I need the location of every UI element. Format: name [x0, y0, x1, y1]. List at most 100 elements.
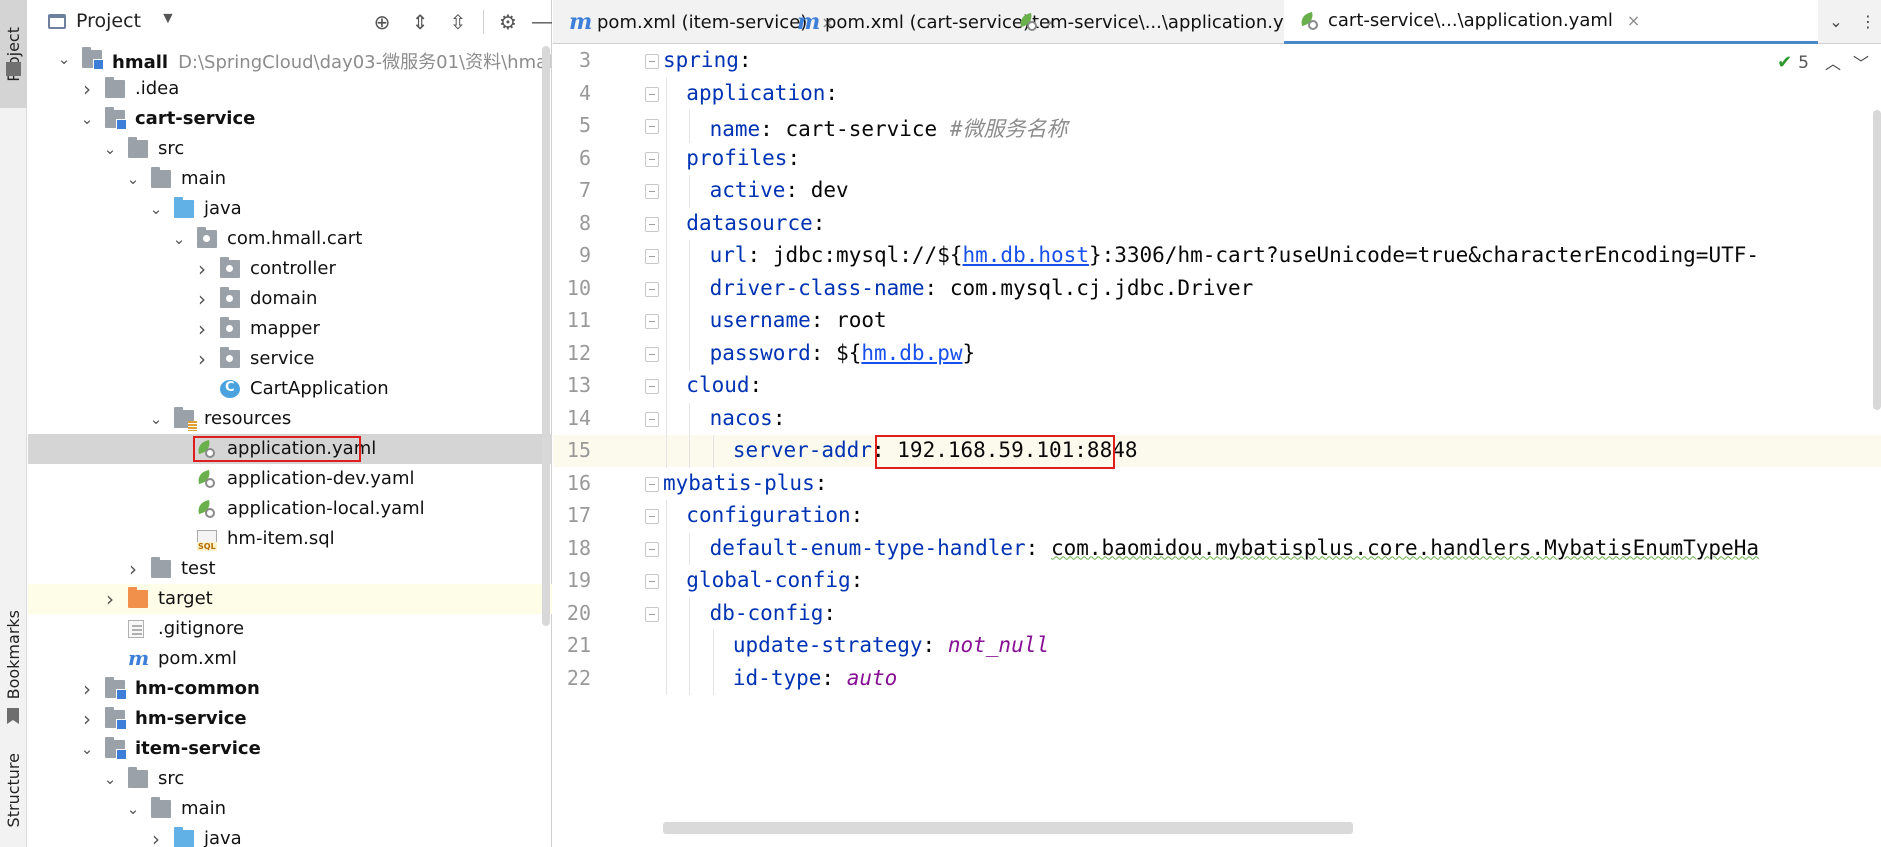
tree-row[interactable]: ⌄ cart-service: [28, 104, 552, 134]
project-tool-tab[interactable]: Project: [0, 0, 27, 108]
tree-row[interactable]: › service: [28, 344, 552, 374]
tree-row[interactable]: › .idea: [28, 74, 552, 104]
chevron-down-icon[interactable]: ⌄: [125, 799, 141, 819]
tree-row[interactable]: › hm-common: [28, 674, 552, 704]
tree-row[interactable]: application-dev.yaml: [28, 464, 552, 494]
tree-row[interactable]: › target: [28, 584, 552, 614]
code-line: 20 db-config:: [553, 597, 1881, 630]
structure-tool-tab[interactable]: Structure: [0, 740, 27, 840]
chevron-right-icon[interactable]: ›: [194, 349, 210, 369]
fold-marker-icon[interactable]: [645, 509, 659, 524]
chevron-right-icon[interactable]: ›: [148, 829, 164, 847]
inspection-widget[interactable]: ✔ 5: [1777, 52, 1809, 73]
tree-row[interactable]: ⌄ main: [28, 794, 552, 824]
fold-marker-icon[interactable]: [645, 281, 659, 297]
yaml-key: configuration: [686, 503, 851, 527]
editor-tab[interactable]: item-service\...\application.yaml×: [1003, 0, 1345, 44]
previous-highlight-icon[interactable]: ︿: [1825, 50, 1841, 74]
tree-row[interactable]: ⌄ resources: [28, 404, 552, 434]
chevron-right-icon[interactable]: ›: [79, 679, 95, 699]
horizontal-scrollbar[interactable]: [663, 822, 1353, 834]
tree-row[interactable]: ⌄ src: [28, 764, 552, 794]
collapse-all-icon[interactable]: ⇳: [444, 8, 472, 36]
tree-row[interactable]: ⌄ hmall D:\SpringCloud\day03-微服务01\资料\hmal…: [28, 44, 557, 74]
tree-row[interactable]: hm-item.sql: [28, 524, 552, 554]
tree-row[interactable]: › test: [28, 554, 552, 584]
chevron-down-icon[interactable]: ⌄: [148, 409, 164, 429]
tree-item-label: com.hmall.cart: [227, 228, 362, 249]
code-text: default-enum-type-handler: com.baomidou.…: [709, 535, 1759, 560]
gear-icon[interactable]: ⚙: [494, 8, 522, 36]
fold-marker-icon[interactable]: [645, 151, 659, 167]
editor-tab[interactable]: m pom.xml (item-service) ×: [553, 0, 835, 44]
chevron-right-icon[interactable]: ›: [194, 319, 210, 339]
next-highlight-icon[interactable]: ﹀: [1853, 50, 1869, 74]
fold-marker-icon[interactable]: [645, 541, 659, 557]
fold-marker-icon[interactable]: [645, 216, 659, 232]
fold-marker-icon[interactable]: [645, 574, 659, 589]
project-panel-title[interactable]: Project: [76, 10, 141, 32]
chevron-right-icon[interactable]: ›: [79, 79, 95, 99]
chevron-down-icon[interactable]: ⌄: [56, 49, 72, 69]
structure-tool-tab-label: Structure: [4, 752, 23, 828]
fold-marker-icon[interactable]: [645, 54, 659, 69]
chevron-right-icon[interactable]: ›: [79, 709, 95, 729]
fold-marker-icon[interactable]: [645, 119, 659, 134]
tree-row[interactable]: › hm-service: [28, 704, 552, 734]
tree-item-name: cart-service: [135, 108, 256, 129]
locate-icon[interactable]: ⊕: [368, 8, 396, 36]
tree-row[interactable]: application-local.yaml: [28, 494, 552, 524]
tree-row[interactable]: CartApplication: [28, 374, 552, 404]
tree-row[interactable]: ⌄ com.hmall.cart: [28, 224, 552, 254]
placeholder-reference[interactable]: hm.db.pw: [861, 341, 962, 365]
tree-row[interactable]: › domain: [28, 284, 552, 314]
code-area[interactable]: 3 spring: 4 application: 5 name: cart-service…: [553, 45, 1881, 835]
chevron-down-icon[interactable]: ⌄: [148, 199, 164, 219]
tree-row[interactable]: › java: [28, 824, 552, 847]
chevron-right-icon[interactable]: ›: [194, 259, 210, 279]
editor-tab[interactable]: cart-service\...\application.yaml ×: [1284, 0, 1818, 44]
fold-marker-icon[interactable]: [645, 314, 659, 329]
tree-row[interactable]: ⌄ main: [28, 164, 552, 194]
chevron-down-icon[interactable]: ⌄: [102, 769, 118, 789]
bookmarks-tool-tab-label: Bookmarks: [4, 610, 23, 700]
expand-all-icon[interactable]: ⇕: [406, 8, 434, 36]
tree-row[interactable]: › controller: [28, 254, 552, 284]
fold-marker-icon[interactable]: [645, 606, 659, 622]
fold-marker-icon[interactable]: [645, 476, 659, 492]
yaml-key: update-strategy: [732, 633, 923, 657]
more-icon[interactable]: ⋮: [1853, 8, 1881, 36]
tree-row[interactable]: ⌄ java: [28, 194, 552, 224]
chevron-right-icon[interactable]: ›: [125, 559, 141, 579]
tree-scrollbar[interactable]: [542, 46, 550, 626]
chevron-down-icon[interactable]: ⌄: [79, 739, 95, 759]
vertical-scrollbar[interactable]: [1873, 110, 1881, 410]
tree-row[interactable]: .gitignore: [28, 614, 552, 644]
tree-row[interactable]: application.yaml: [28, 434, 552, 464]
fold-marker-icon[interactable]: [645, 411, 659, 427]
chevron-down-icon[interactable]: ⌄: [79, 109, 95, 129]
tree-row[interactable]: m pom.xml: [28, 644, 552, 674]
tree-item-label: main: [181, 798, 226, 819]
chevron-down-icon[interactable]: ⌄: [102, 139, 118, 159]
bookmarks-tool-tab[interactable]: Bookmarks: [0, 600, 27, 710]
tree-row[interactable]: › mapper: [28, 314, 552, 344]
chevron-down-icon[interactable]: ⌄: [125, 169, 141, 189]
chevron-right-icon[interactable]: ›: [102, 589, 118, 609]
tab-list-chevron-icon[interactable]: ⌄: [1821, 8, 1851, 36]
fold-marker-icon[interactable]: [645, 379, 659, 394]
fold-marker-icon[interactable]: [645, 249, 659, 264]
chevron-right-icon[interactable]: ›: [194, 289, 210, 309]
fold-marker-icon[interactable]: [645, 184, 659, 199]
chevron-down-icon[interactable]: ▼: [160, 10, 176, 28]
placeholder-reference[interactable]: hm.db.host: [963, 243, 1089, 267]
fold-marker-icon[interactable]: [645, 86, 659, 102]
close-icon[interactable]: ×: [1627, 11, 1640, 30]
chevron-down-icon[interactable]: ⌄: [171, 229, 187, 249]
tree-row[interactable]: ⌄ src: [28, 134, 552, 164]
fold-marker-icon[interactable]: [645, 346, 659, 362]
hide-icon[interactable]: —: [528, 8, 556, 36]
editor-tab[interactable]: m pom.xml (cart-service) ×: [781, 0, 1057, 44]
tree-row[interactable]: ⌄ item-service: [28, 734, 552, 764]
indent-guide: [689, 305, 691, 338]
